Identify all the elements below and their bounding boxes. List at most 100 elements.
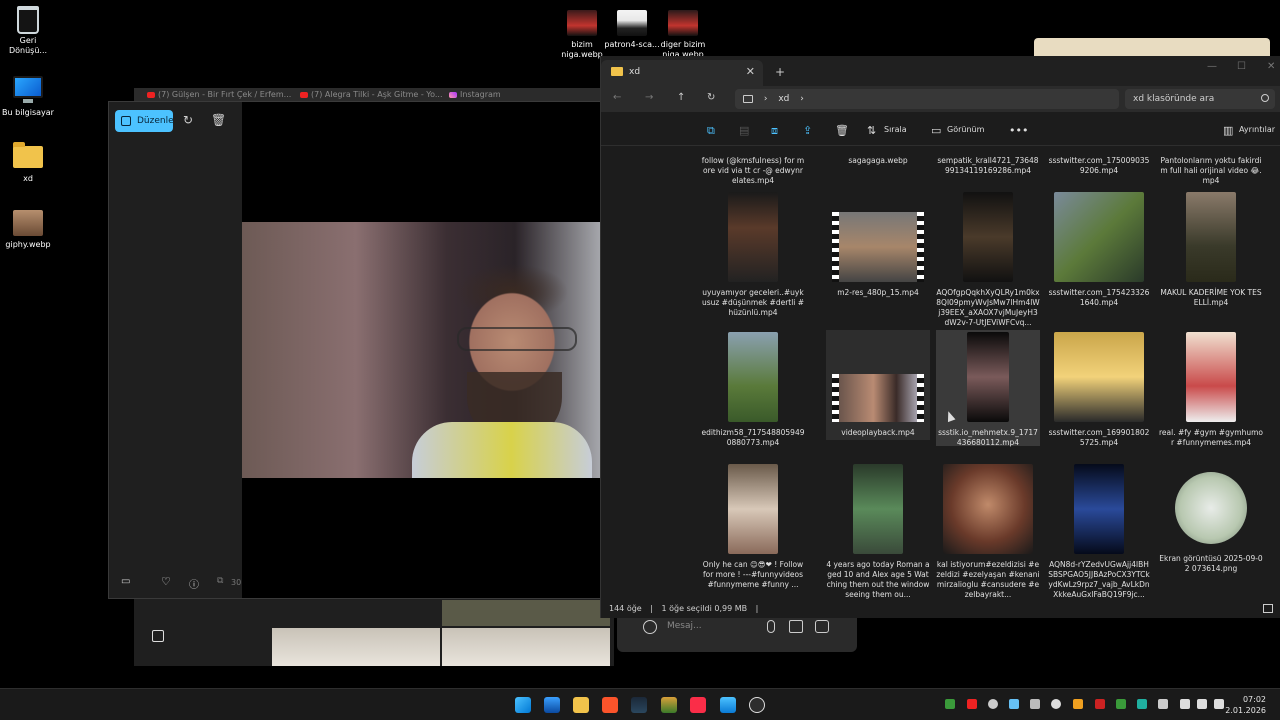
file-item[interactable]: AQOfgpQqkhXyQLRy1m0kx8Ql09pmyWvJsMw7lHm4…	[936, 192, 1040, 328]
emoji-icon[interactable]	[643, 620, 657, 634]
system-clock[interactable]: 07:02 2.01.2026	[1225, 694, 1266, 716]
file-item[interactable]: ssstik.io_mehmetx.9_1717436680112.mp4	[936, 330, 1040, 447]
view-button[interactable]: Görünüm	[947, 125, 984, 134]
file-item[interactable]: Ekran görüntüsü 2025-09-02 073614.png	[1159, 464, 1263, 574]
steam-tray-icon[interactable]	[1009, 699, 1019, 709]
media-tile	[272, 628, 440, 666]
explorer-tab[interactable]: xd ✕	[601, 60, 763, 86]
battery-icon[interactable]	[1214, 699, 1224, 709]
browser-tab[interactable]: Instagram	[446, 88, 586, 102]
brave-browser-icon[interactable]	[602, 697, 618, 713]
gallery-icon[interactable]	[544, 697, 560, 713]
file-item[interactable]: uyuyamıyor geceleri..#uykusuz #düşünmek …	[701, 192, 805, 318]
recycle-bin-icon	[17, 6, 39, 34]
game-icon[interactable]	[661, 697, 677, 713]
file-item[interactable]: edithizm58_7175488059490880773.mp4	[701, 332, 805, 448]
maximize-button[interactable]: ☐	[1237, 61, 1246, 72]
desktop-file-diger-bizim-niga[interactable]: diger bizim niga.webp	[655, 10, 711, 60]
favorite-icon[interactable]: ♡	[161, 575, 171, 588]
copy-icon[interactable]: ⧉	[707, 124, 715, 138]
view-icon[interactable]: ▭	[931, 124, 941, 137]
paste-icon[interactable]: ▤	[739, 124, 749, 137]
up-icon[interactable]: ↑	[677, 92, 685, 103]
tray-icon[interactable]	[1116, 699, 1126, 709]
file-item[interactable]: sagagaga.webp	[826, 146, 930, 166]
rename-icon[interactable]: ⧈	[771, 124, 778, 138]
steam-icon[interactable]	[631, 697, 647, 713]
tray-icon[interactable]	[1073, 699, 1083, 709]
file-item[interactable]: m2-res_480p_15.mp4	[826, 192, 930, 298]
close-tab-icon[interactable]: ✕	[746, 65, 755, 78]
tray-icon[interactable]	[1158, 699, 1168, 709]
desktop-file-patron4[interactable]: patron4-sca...	[604, 10, 660, 50]
file-item[interactable]: MAKUL KADERİME YOK TESELLİ.mp4	[1159, 192, 1263, 308]
desktop-icon-this-pc[interactable]: Bu bilgisayar	[0, 76, 56, 118]
delete-icon[interactable]: 🗑	[835, 124, 849, 137]
details-button[interactable]: Ayrıntılar	[1239, 125, 1275, 134]
file-item[interactable]: videoplayback.mp4	[826, 330, 930, 440]
apps-icon[interactable]	[152, 630, 164, 642]
browser-tab[interactable]: (7) Alegra Tilki - Aşk Gitme - Yo...	[297, 88, 443, 102]
tray-icon[interactable]	[1030, 699, 1040, 709]
file-item[interactable]: real. #fy #gym #gymhumor #funnymemes.mp4	[1159, 332, 1263, 448]
tray-icon[interactable]	[967, 699, 977, 709]
tray-icon[interactable]	[945, 699, 955, 709]
sticker-icon[interactable]	[815, 620, 829, 633]
minimize-button[interactable]: —	[1207, 61, 1217, 72]
file-item[interactable]: kal istiyorum#ezeldizisi #ezeldizi #ezel…	[936, 464, 1040, 600]
music-icon[interactable]	[690, 697, 706, 713]
edit-button[interactable]: Düzenle	[115, 110, 174, 132]
file-item[interactable]: follow (@kmsfulness) for more vid via tt…	[701, 146, 805, 186]
edit-icon	[121, 116, 131, 126]
file-item[interactable]: ssstwitter.com_1754233261640.mp4	[1047, 192, 1151, 308]
rotate-icon[interactable]: ↻	[183, 113, 193, 127]
info-icon[interactable]: ⓘ	[189, 576, 199, 591]
file-explorer-icon[interactable]	[573, 697, 589, 713]
file-item[interactable]: Only he can 😊😎❤ ! Follow for more ! ---#…	[701, 464, 805, 590]
video-content	[412, 422, 592, 478]
sort-icon[interactable]: ⇅	[867, 124, 876, 137]
search-input[interactable]: xd klasöründe ara	[1125, 89, 1275, 109]
desktop-icon-recycle-bin[interactable]: Geri Dönüşü...	[0, 6, 56, 56]
image-thumbnail	[1175, 472, 1247, 544]
close-button[interactable]: ✕	[1267, 61, 1275, 72]
media-player-icon[interactable]	[749, 697, 765, 713]
refresh-icon[interactable]: ↻	[707, 92, 715, 103]
copy-icon[interactable]: ⧉	[217, 576, 223, 586]
desktop-icon-giphy[interactable]: giphy.webp	[0, 210, 56, 250]
file-item[interactable]: Pantolonlarım yoktu fakirdim full hali o…	[1159, 146, 1263, 186]
tray-icon[interactable]	[1095, 699, 1105, 709]
file-item[interactable]: ssstwitter.com_1750090359206.mp4	[1047, 146, 1151, 176]
browser-tab[interactable]: (7) Gülşen - Bir Fırt Çek / Erfem...	[144, 88, 291, 102]
network-icon[interactable]	[1180, 699, 1190, 709]
file-item[interactable]: 4 years ago today Roman aged 10 and Alex…	[826, 464, 930, 600]
details-view-icon[interactable]	[1263, 604, 1273, 613]
new-tab-button[interactable]: +	[775, 65, 785, 79]
breadcrumb[interactable]: › xd ›	[735, 89, 1119, 109]
more-icon[interactable]: •••	[1009, 124, 1028, 137]
back-icon[interactable]: ←	[613, 92, 621, 103]
viewer-bottom-toolbar: ▭ ♡ ⓘ ⧉ 30	[109, 570, 242, 598]
volume-icon[interactable]	[1197, 699, 1207, 709]
image-icon[interactable]	[789, 620, 803, 633]
delete-icon[interactable]: 🗑	[211, 113, 226, 127]
tray-icon[interactable]	[1051, 699, 1061, 709]
filmstrip-icon[interactable]: ▭	[121, 576, 130, 587]
breadcrumb-item[interactable]: xd	[778, 94, 789, 104]
desktop-icon-xd-folder[interactable]: xd	[0, 142, 56, 184]
file-item[interactable]: AQN8d-rYZedvUGwAjj4lBHSBSPGAO5JJBAzPoCX3…	[1047, 464, 1151, 600]
sort-button[interactable]: Sırala	[884, 125, 907, 134]
tray-icon[interactable]	[988, 699, 998, 709]
share-icon[interactable]: ⇪	[803, 124, 812, 137]
file-item[interactable]: ssstwitter.com_1699018025725.mp4	[1047, 332, 1151, 448]
desktop-file-bizim-niga[interactable]: bizim niga.webp	[554, 10, 610, 60]
details-pane-icon[interactable]: ▥	[1223, 124, 1233, 137]
microphone-icon[interactable]	[767, 620, 775, 633]
file-item[interactable]: sempatik_krall4721_7364899134119169286.m…	[936, 146, 1040, 176]
tray-icon[interactable]	[1137, 699, 1147, 709]
photos-icon[interactable]	[720, 697, 736, 713]
start-icon[interactable]	[515, 697, 531, 713]
command-bar: ⧉ ▤ ⧈ ⇪ 🗑 ⇅ Sırala ▭ Görünüm ••• ▥ Ayrın…	[601, 116, 1280, 146]
folder-icon	[611, 67, 623, 76]
forward-icon[interactable]: →	[645, 92, 653, 103]
